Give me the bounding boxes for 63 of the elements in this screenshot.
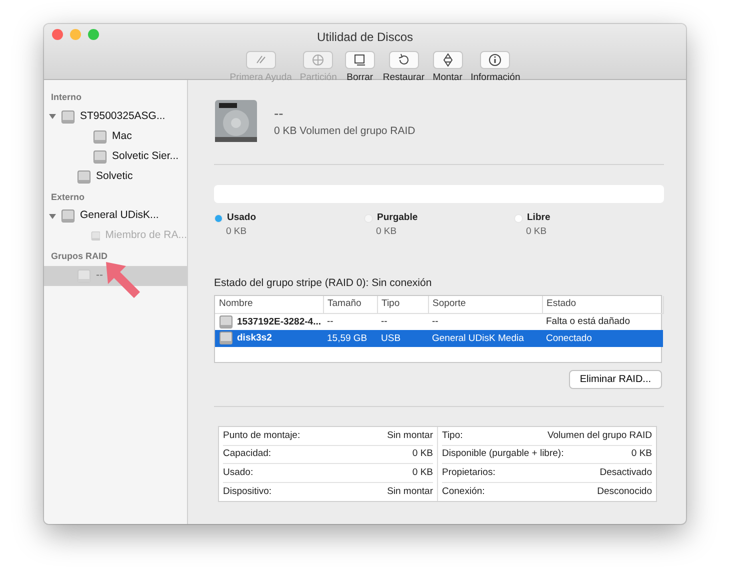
disclosure-triangle[interactable] bbox=[48, 212, 56, 220]
window-title: Utilidad de Discos bbox=[316, 29, 414, 46]
table-cell: 15,59 GB bbox=[327, 332, 368, 344]
minimize-button[interactable] bbox=[70, 29, 81, 40]
info-value: Desactivado bbox=[600, 466, 652, 480]
info-value: 0 KB bbox=[412, 466, 433, 480]
section-heading: Interno bbox=[50, 91, 82, 104]
info-label: Punto de montaje: bbox=[223, 428, 300, 443]
table-cell: Conectado bbox=[546, 332, 592, 344]
toolbar-icon bbox=[487, 53, 504, 67]
sidebar-item[interactable]: Solvetic bbox=[44, 166, 187, 186]
info-value: Sin montar bbox=[387, 484, 433, 499]
delete-raid-button[interactable]: Eliminar RAID... bbox=[568, 370, 662, 390]
column-header[interactable]: Nombre bbox=[215, 296, 323, 313]
table-row[interactable]: disk3s2 15,59 GB USB General UDisK Media Conectado bbox=[215, 330, 663, 348]
info-label: Capacidad: bbox=[223, 447, 272, 462]
table-cell: -- bbox=[432, 316, 438, 327]
section-heading: Externo bbox=[50, 190, 86, 204]
toolbar-icon bbox=[310, 53, 326, 67]
table-cell: USB bbox=[381, 332, 401, 344]
volume-description: 0 KB Volumen del grupo RAID bbox=[274, 124, 416, 139]
table-row[interactable]: 1537192E-3282-4... -- -- -- Falta o está dañado bbox=[215, 313, 663, 330]
legend-value: 0 KB bbox=[525, 225, 548, 240]
table-cell: General UDisK Media bbox=[432, 332, 524, 344]
column-header[interactable]: Tamaño bbox=[323, 296, 377, 313]
toolbar-button[interactable]: Restaurar bbox=[382, 51, 425, 86]
sidebar-item[interactable]: Mac bbox=[44, 126, 187, 146]
sidebar-item[interactable]: ST9500325ASG... bbox=[44, 106, 187, 126]
column-header[interactable]: Tipo bbox=[377, 296, 428, 313]
info-value: 0 KB bbox=[631, 447, 652, 462]
volume-name: -- bbox=[274, 104, 284, 123]
info-value: Volumen del grupo RAID bbox=[547, 428, 652, 443]
sidebar-item[interactable]: Solvetic Sier... bbox=[44, 146, 187, 166]
column-header[interactable]: Estado bbox=[542, 296, 663, 313]
info-label: Propietarios: bbox=[442, 466, 496, 480]
table-cell: -- bbox=[327, 316, 334, 327]
hard-drive-icon bbox=[214, 99, 258, 143]
toolbar-button[interactable]: Información bbox=[470, 51, 520, 86]
close-button[interactable] bbox=[52, 29, 63, 40]
info-label: Disponible (purgable + libre): bbox=[442, 447, 564, 462]
zoom-button[interactable] bbox=[88, 29, 99, 40]
info-value: Desconocido bbox=[597, 484, 652, 499]
table-cell: disk3s2 bbox=[237, 332, 272, 344]
legend-value: 0 KB bbox=[225, 225, 248, 240]
info-label: Dispositivo: bbox=[223, 484, 272, 499]
table-cell: 1537192E-3282-4... bbox=[237, 316, 321, 328]
info-value: Sin montar bbox=[387, 428, 433, 443]
legend-label: Purgable bbox=[377, 211, 418, 225]
section-heading: Grupos RAID bbox=[50, 250, 109, 263]
raid-status: Estado del grupo stripe (RAID 0): Sin conexión bbox=[214, 276, 433, 290]
info-label: Usado: bbox=[223, 466, 254, 480]
toolbar-icon bbox=[352, 53, 368, 67]
column-header[interactable]: Soporte bbox=[428, 296, 542, 313]
info-value: 0 KB bbox=[412, 447, 433, 462]
table-cell: -- bbox=[381, 316, 388, 327]
legend-value: 0 KB bbox=[375, 225, 398, 240]
legend-label: Usado bbox=[227, 211, 256, 225]
table-cell: Falta o está dañado bbox=[546, 316, 630, 327]
info-label: Tipo: bbox=[442, 428, 463, 443]
info-label: Conexión: bbox=[442, 484, 485, 499]
disclosure-triangle[interactable] bbox=[48, 113, 56, 120]
legend-label: Libre bbox=[527, 211, 550, 225]
sidebar-item[interactable]: General UDisK... bbox=[44, 206, 187, 226]
